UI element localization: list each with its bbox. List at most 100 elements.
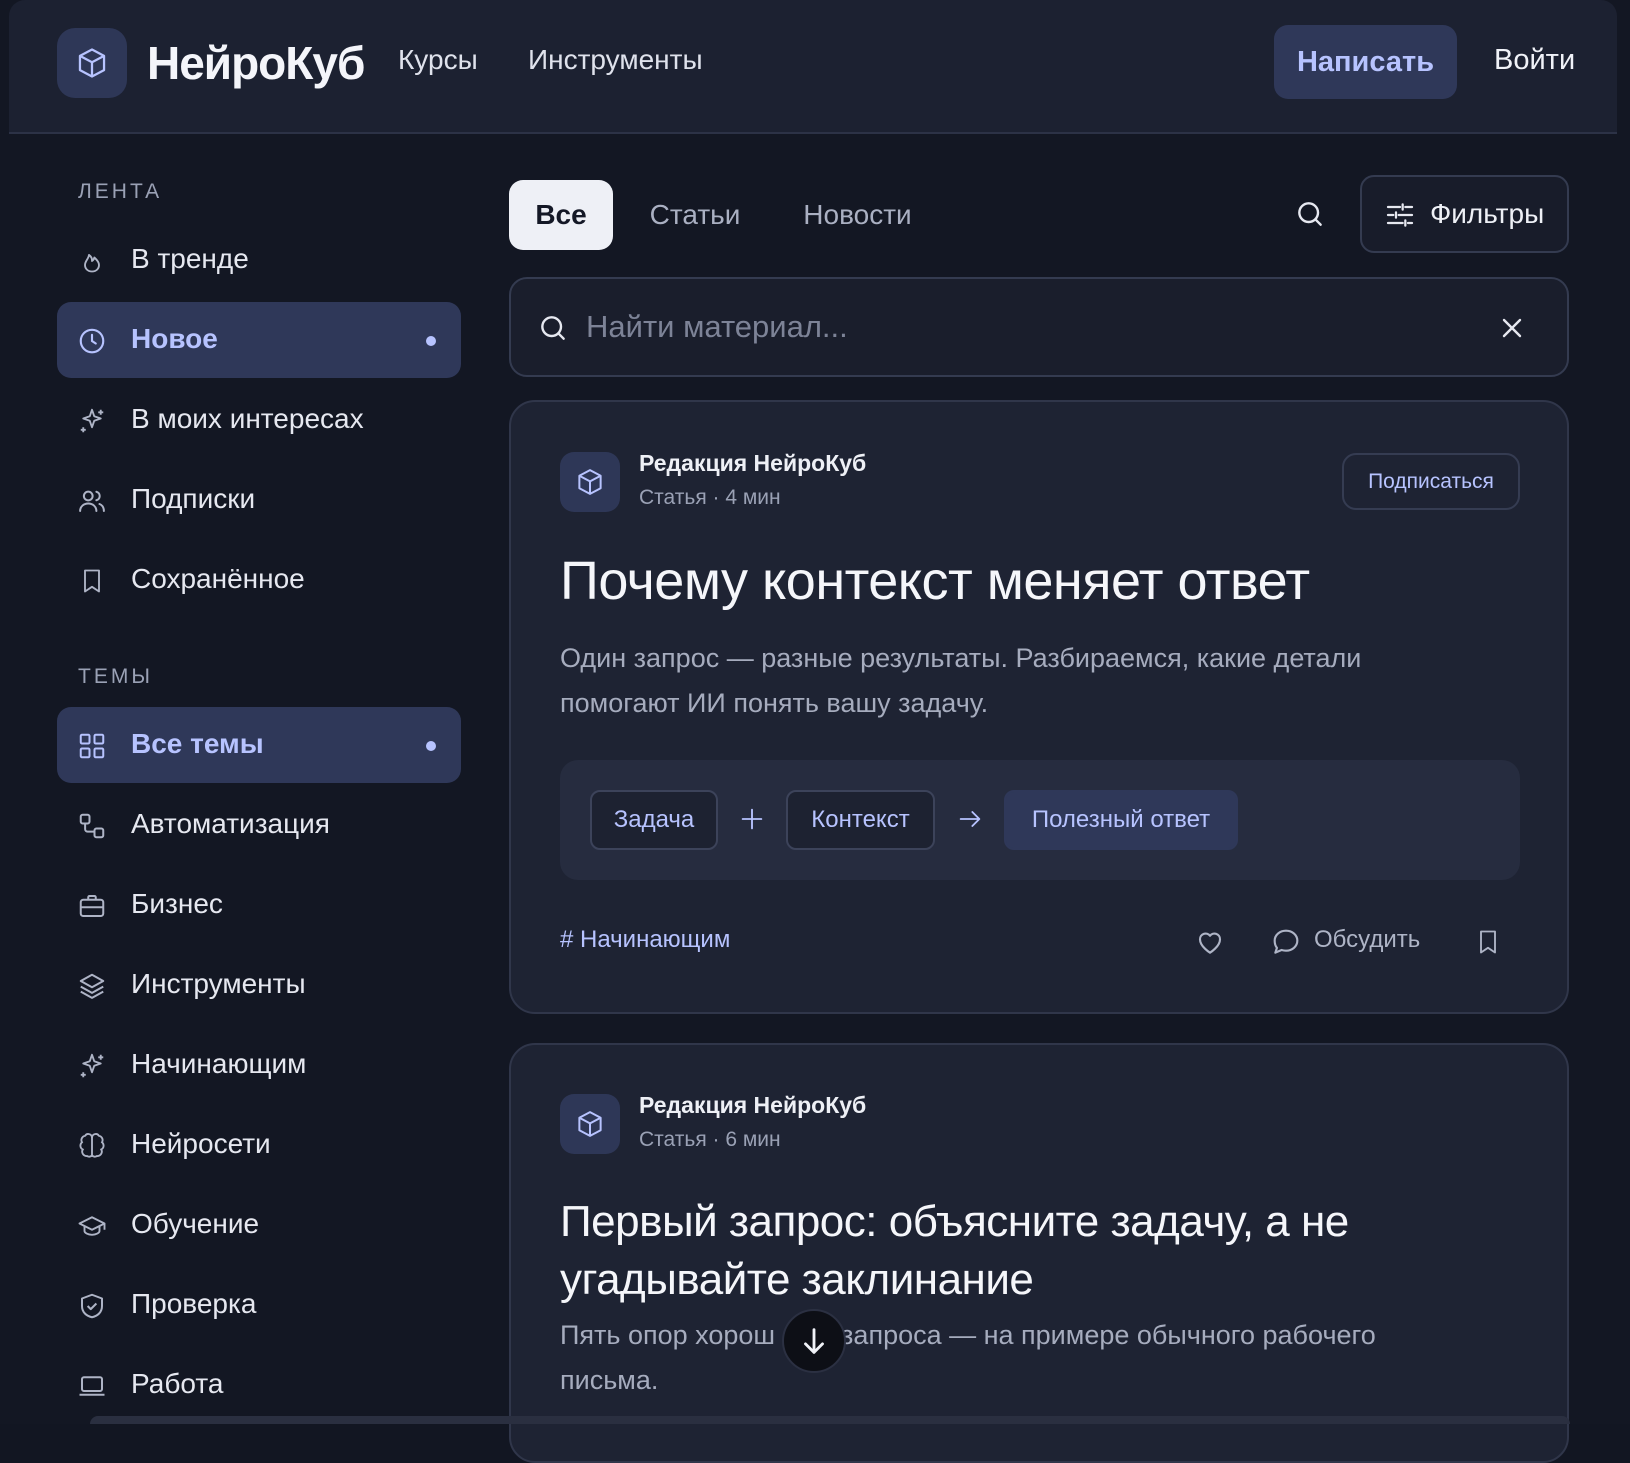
nav-link-courses[interactable]: Курсы	[398, 44, 478, 76]
arrow-right-icon	[953, 802, 987, 836]
shield-check-icon	[77, 1291, 107, 1321]
grid-icon	[77, 731, 107, 761]
sidebar-item-label: Нейросети	[131, 1128, 271, 1159]
sidebar-item-label: Проверка	[131, 1288, 257, 1319]
write-button[interactable]: Написать	[1274, 25, 1457, 99]
post-subtitle-line: Пять опор хорош запроса — на примере обыч…	[560, 1313, 1376, 1358]
post-subtitle: Пять опор хорош запроса — на примере обыч…	[560, 1313, 1376, 1403]
cube-logo-icon[interactable]	[57, 28, 127, 98]
workflow-icon	[77, 811, 107, 841]
top-navigation-bar: НейроКуб Курсы Инструменты Написать Войт…	[9, 0, 1617, 134]
tab-articles[interactable]: Статьи	[635, 180, 755, 250]
brand-name[interactable]: НейроКуб	[147, 36, 365, 90]
sidebar-item-all-topics[interactable]: Все темы	[57, 707, 461, 783]
sidebar-item-label: Бизнес	[131, 888, 223, 919]
filters-label: Фильтры	[1430, 198, 1545, 229]
sidebar-item-label: Автоматизация	[131, 808, 330, 839]
post-title[interactable]: Почему контекст меняет ответ	[560, 550, 1310, 612]
subscribe-button[interactable]: Подписаться	[1342, 453, 1520, 510]
post-title[interactable]: Первый запрос: объясните задачу, а не уг…	[560, 1193, 1349, 1309]
post-author[interactable]: Редакция НейроКуб	[639, 1092, 866, 1119]
sidebar-item-label: Все темы	[131, 728, 264, 759]
sidebar-item-label: Работа	[131, 1368, 224, 1399]
bottom-edge	[90, 1416, 1570, 1424]
filters-button[interactable]: Фильтры	[1360, 175, 1569, 253]
post-title-line: угадывайте заклинание	[560, 1255, 1034, 1304]
post-meta: Статья · 6 мин	[639, 1128, 781, 1151]
sidebar-item-new[interactable]: Новое	[57, 302, 461, 378]
close-icon[interactable]	[1496, 312, 1528, 344]
post-meta: Статья · 4 мин	[639, 486, 781, 509]
sidebar-item-interests[interactable]: В моих интересах	[57, 382, 461, 458]
context-flow-diagram: Задача Контекст Полезный ответ	[560, 760, 1520, 880]
post-subtitle-part: запроса — на примере обычного рабочего	[841, 1320, 1376, 1350]
sliders-icon	[1384, 199, 1416, 231]
flow-chip-task: Задача	[590, 790, 718, 850]
comment-icon[interactable]	[1268, 924, 1304, 960]
briefcase-icon	[77, 891, 107, 921]
post-subtitle-line: помогают ИИ понять вашу задачу.	[560, 688, 989, 718]
bookmark-icon	[77, 566, 107, 596]
scroll-down-button[interactable]	[782, 1309, 846, 1373]
post-author[interactable]: Редакция НейроКуб	[639, 450, 866, 477]
brain-icon	[77, 1131, 107, 1161]
discuss-button[interactable]: Обсудить	[1314, 926, 1420, 954]
nav-link-tools[interactable]: Инструменты	[528, 44, 703, 76]
feed-section-title: ЛЕНТА	[78, 180, 163, 203]
post-card[interactable]: Редакция НейроКуб Статья · 4 мин Подписа…	[509, 400, 1569, 1014]
post-subtitle-line: письма.	[560, 1365, 659, 1395]
plus-icon	[735, 802, 769, 836]
sidebar-item-label: В тренде	[131, 243, 249, 274]
tab-news[interactable]: Новости	[790, 180, 925, 250]
flow-chip-context: Контекст	[786, 790, 935, 850]
sidebar-item-neural-networks[interactable]: Нейросети	[57, 1107, 461, 1183]
post-subtitle-line: Один запрос — разные результаты. Разбира…	[560, 643, 1362, 673]
active-indicator-dot	[426, 336, 436, 346]
search-bar	[509, 277, 1569, 377]
post-subtitle: Один запрос — разные результаты. Разбира…	[560, 636, 1361, 726]
sidebar-item-saved[interactable]: Сохранённое	[57, 542, 461, 618]
clock-icon	[77, 326, 107, 356]
cube-avatar-icon	[560, 1094, 620, 1154]
sidebar-item-tools[interactable]: Инструменты	[57, 947, 461, 1023]
sidebar-item-beginners[interactable]: Начинающим	[57, 1027, 461, 1103]
sparkles-icon	[77, 406, 107, 436]
sidebar-item-trending[interactable]: В тренде	[57, 222, 461, 298]
sidebar-item-label: Новое	[131, 323, 218, 354]
graduation-cap-icon	[77, 1211, 107, 1241]
topics-section-title: ТЕМЫ	[78, 665, 153, 688]
sidebar-item-work[interactable]: Работа	[57, 1347, 461, 1423]
sidebar-item-label: Инструменты	[131, 968, 306, 999]
login-link[interactable]: Войти	[1494, 44, 1575, 77]
heart-icon[interactable]	[1192, 924, 1228, 960]
tab-all[interactable]: Все	[509, 180, 613, 250]
post-subtitle-part: Пять опор хорош	[560, 1320, 776, 1350]
arrow-down-icon	[797, 1324, 831, 1358]
flow-chip-result: Полезный ответ	[1004, 790, 1238, 850]
search-icon	[537, 312, 569, 344]
sidebar-item-label: Сохранённое	[131, 563, 305, 594]
sidebar-item-label: Начинающим	[131, 1048, 307, 1079]
active-indicator-dot	[426, 741, 436, 751]
layers-icon	[77, 971, 107, 1001]
search-input[interactable]	[586, 303, 1466, 351]
sidebar-item-verification[interactable]: Проверка	[57, 1267, 461, 1343]
post-title-line: Первый запрос: объясните задачу, а не	[560, 1197, 1349, 1246]
post-card[interactable]: Редакция НейроКуб Статья · 6 мин Первый …	[509, 1043, 1569, 1463]
bookmark-icon[interactable]	[1470, 924, 1506, 960]
post-tag-link[interactable]: # Начинающим	[560, 926, 730, 954]
sidebar-item-subscriptions[interactable]: Подписки	[57, 462, 461, 538]
flame-icon	[77, 246, 107, 276]
sidebar-item-business[interactable]: Бизнес	[57, 867, 461, 943]
laptop-icon	[77, 1371, 107, 1401]
sidebar-item-learning[interactable]: Обучение	[57, 1187, 461, 1263]
search-icon[interactable]	[1290, 194, 1330, 234]
sparkles-icon	[77, 1051, 107, 1081]
cube-avatar-icon	[560, 452, 620, 512]
sidebar-item-automation[interactable]: Автоматизация	[57, 787, 461, 863]
app-root: НейроКуб Курсы Инструменты Написать Войт…	[0, 0, 1630, 1463]
sidebar-item-label: Подписки	[131, 483, 256, 514]
users-icon	[77, 486, 107, 516]
sidebar-item-label: В моих интересах	[131, 403, 364, 434]
sidebar-item-label: Обучение	[131, 1208, 260, 1239]
